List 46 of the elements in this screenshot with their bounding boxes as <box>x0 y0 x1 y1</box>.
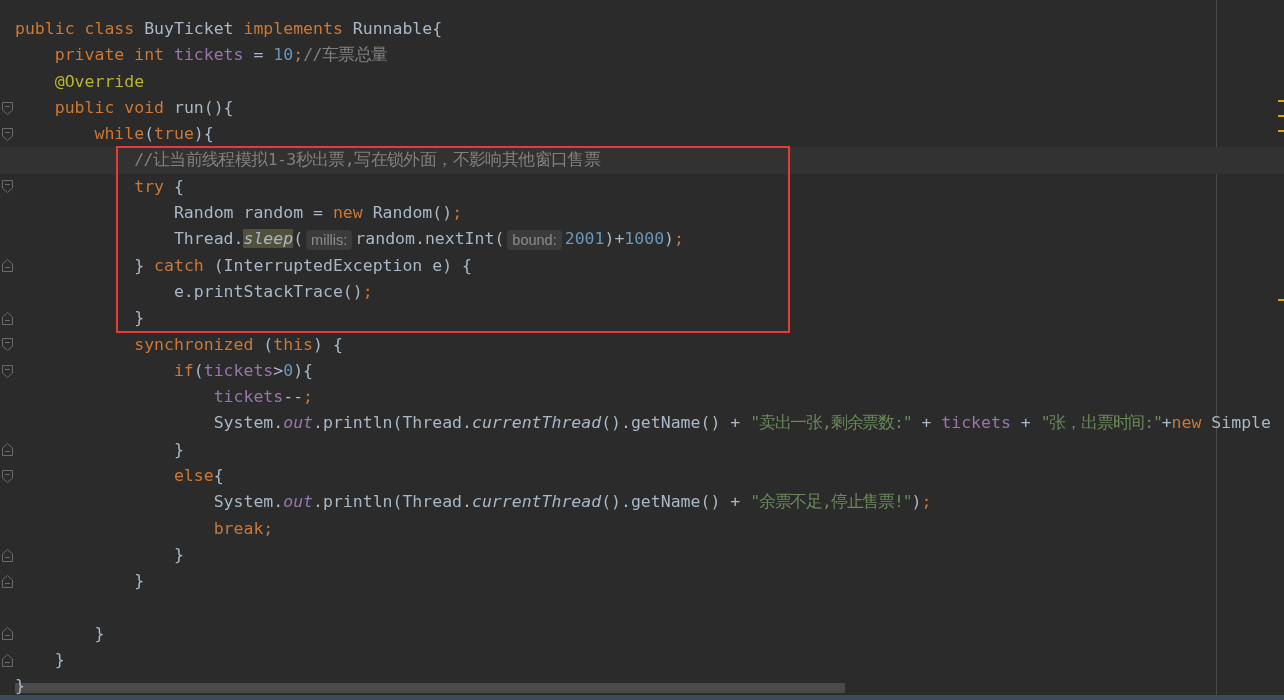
code-line: Random random = new Random(); <box>173 202 463 225</box>
warning-marker[interactable] <box>1278 115 1284 117</box>
fold-icon[interactable] <box>2 627 13 641</box>
code-line: try { <box>134 175 184 198</box>
code-line: //让当前线程模拟1-3秒出票,写在锁外面，不影响其他窗口售票 <box>134 149 601 172</box>
code-line: @Override <box>54 70 145 93</box>
code-line: Thread.sleep( <box>173 228 304 251</box>
code-line: if(tickets>0){ <box>173 359 314 382</box>
code-line: 2001)+1000); <box>564 228 684 251</box>
fold-icon[interactable] <box>2 259 13 273</box>
warning-marker[interactable] <box>1278 100 1284 102</box>
fold-icon[interactable] <box>2 443 13 457</box>
code-line: public class BuyTicket implements Runnable{ <box>15 18 443 40</box>
fold-icon[interactable] <box>2 127 13 141</box>
code-line: public void run(){ <box>54 96 234 119</box>
code-line: } <box>134 307 145 330</box>
fold-icon[interactable] <box>2 574 13 588</box>
code-line: random.nextInt( <box>355 228 505 251</box>
warning-marker[interactable] <box>1278 130 1284 132</box>
code-line: tickets--; <box>213 386 314 409</box>
code-line: else{ <box>173 465 224 488</box>
warning-marker[interactable] <box>1278 299 1284 301</box>
code-line: } <box>173 543 184 566</box>
fold-icon[interactable] <box>2 364 13 378</box>
code-line: } <box>15 675 25 698</box>
code-line: private int tickets = 10;//车票总量 <box>54 44 388 67</box>
fold-icon[interactable] <box>2 311 13 325</box>
code-line: while(true){ <box>94 123 214 146</box>
fold-icon[interactable] <box>2 469 13 483</box>
code-line: } <box>94 622 105 645</box>
parameter-hint: bound: <box>507 229 562 250</box>
code-line: } <box>134 570 145 593</box>
fold-icon[interactable] <box>2 101 13 115</box>
fold-icon[interactable] <box>2 180 13 194</box>
code-line: e.printStackTrace(); <box>173 280 373 303</box>
code-line: synchronized (this) { <box>134 333 343 356</box>
code-line: System.out.println(Thread.currentThread().getName() + "余票不足,停止售票!"); <box>213 491 932 514</box>
code-line: System.out.println(Thread.currentThread().getName() + "卖出一张,剩余票数:" + tickets + "张，出票时间:"+new Simple <box>213 412 1271 435</box>
code-line: } <box>54 649 65 672</box>
code-line: } <box>173 438 184 461</box>
fold-icon[interactable] <box>2 548 13 562</box>
code-line: } catch (InterruptedException e) { <box>134 254 472 277</box>
fold-icon[interactable] <box>2 338 13 352</box>
code-line: break; <box>213 517 274 540</box>
parameter-hint: millis: <box>306 229 353 250</box>
fold-icon[interactable] <box>2 653 13 667</box>
